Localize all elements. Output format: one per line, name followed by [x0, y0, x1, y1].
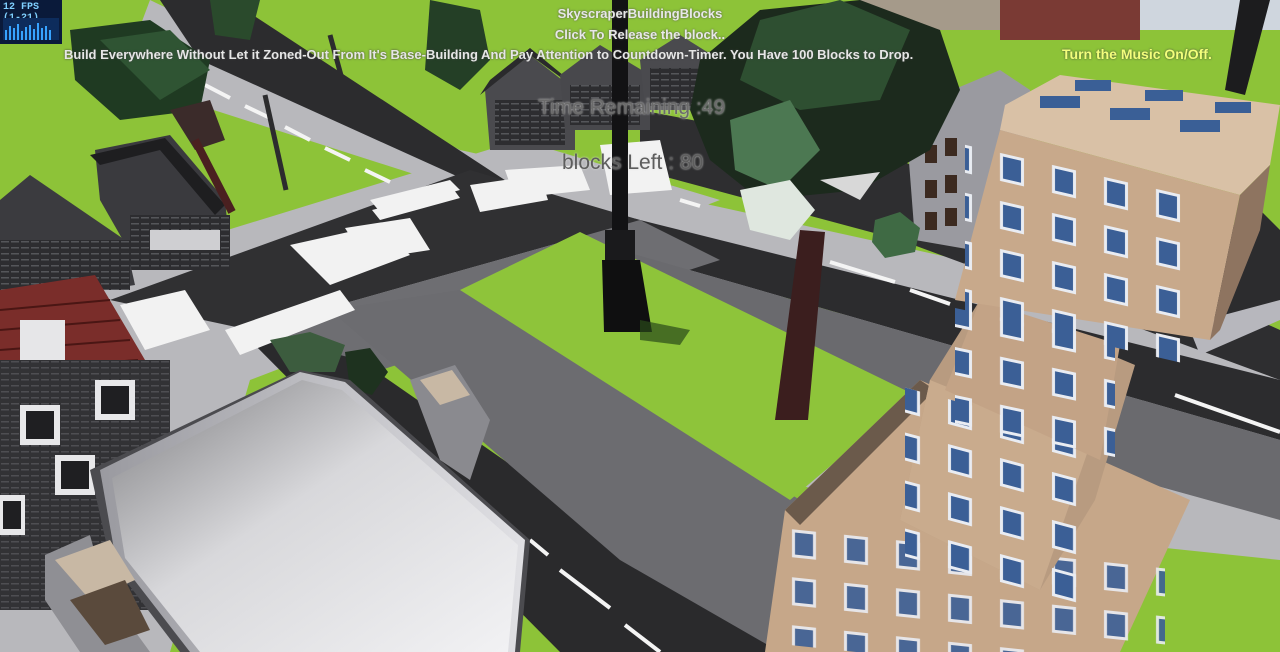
- music-toggle-link[interactable]: Turn the Music On/Off.: [1062, 46, 1212, 62]
- fps-graph: [3, 18, 59, 40]
- fps-counter[interactable]: 12 FPS (1-21): [0, 0, 62, 44]
- game-viewport[interactable]: [0, 0, 1280, 652]
